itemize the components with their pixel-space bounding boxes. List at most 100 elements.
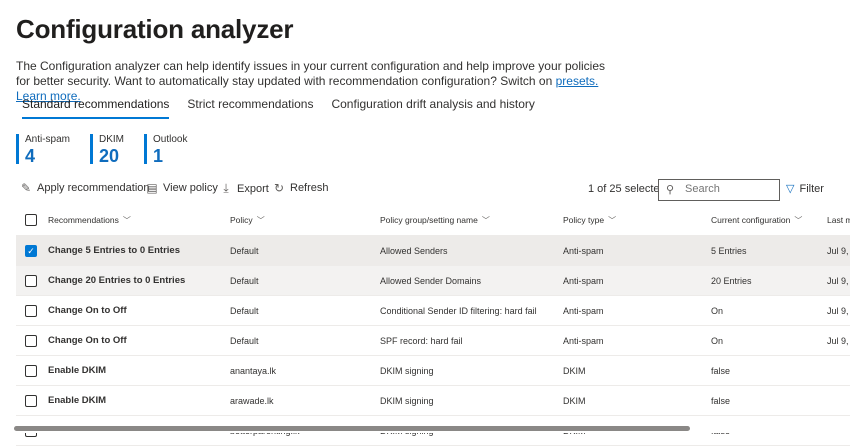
filter-button[interactable]: ▽ Filter [786,182,824,196]
search-box[interactable]: ⚲ [658,179,780,201]
row-checkbox[interactable] [25,334,37,347]
table-row[interactable]: Change On to Off Default Conditional Sen… [16,296,850,326]
policy-group-cell: SPF record: hard fail [380,335,463,346]
stat-anti-spam[interactable]: Anti-spam 4 [16,134,70,166]
column-header-recommendations[interactable]: Recommendations ﹀ [48,205,218,235]
view-policy-button[interactable]: ▤ View policy [146,181,218,195]
description-text: The Configuration analyzer can help iden… [16,59,605,88]
current-configuration-cell: 5 Entries [711,245,747,256]
policy-type-cell: DKIM [563,365,586,376]
row-checkbox[interactable] [25,304,37,317]
export-label: Export [237,182,269,195]
horizontal-scrollbar[interactable] [0,424,850,433]
table-row[interactable]: Change On to Off Default SPF record: har… [16,326,850,356]
apply-recommendation-label: Apply recommendation [37,182,150,194]
column-header-label: Policy group/setting name [380,215,478,225]
stat-value: 1 [153,146,164,166]
row-checkbox[interactable] [25,394,37,407]
row-checkbox[interactable] [25,274,37,287]
column-header-label: Recommendations [48,215,119,225]
row-checkbox[interactable]: ✓ [25,244,37,257]
recommendation-cell: Change 5 Entries to 0 Entries [48,245,180,256]
summary-stats: Anti-spam 4 DKIM 20 Outlook 1 [16,134,207,166]
table-header: Recommendations ﹀ Policy ﹀ Policy group/se… [16,205,850,236]
stat-dkim[interactable]: DKIM 20 [90,134,125,166]
stat-outlook[interactable]: Outlook 1 [144,134,188,166]
tab-strict-recommendations[interactable]: Strict recommendations [181,94,319,119]
policy-type-cell: Anti-spam [563,245,604,256]
policy-cell: Default [230,305,259,316]
scrollbar-thumb[interactable] [14,426,690,431]
policy-cell: anantaya.lk [230,365,277,376]
recommendation-cell: Enable DKIM [48,395,107,406]
policy-type-cell: Anti-spam [563,335,604,346]
stat-value: 20 [99,146,120,166]
column-header-current-configuration[interactable]: Current configuration ﹀ [711,205,821,235]
download-icon: ⤓ [223,181,229,195]
column-header-policy-group[interactable]: Policy group/setting name ﹀ [380,205,555,235]
policy-group-cell: Allowed Senders [380,245,448,256]
recommendation-cell: Change On to Off [48,305,127,316]
table-row[interactable]: Enable DKIM arawade.lk DKIM signing DKIM… [16,386,850,416]
recommendation-cell: Change On to Off [48,335,127,346]
filter-icon: ▽ [786,183,795,195]
table-row[interactable]: Enable DKIM anantaya.lk DKIM signing DKI… [16,356,850,386]
last-modified-cell: Jul 9, 2 [827,335,850,346]
policy-type-cell: DKIM [563,395,586,406]
search-icon: ⚲ [666,184,675,196]
apply-recommendation-button[interactable]: ✎ Apply recommendation [20,181,150,195]
last-modified-cell: Jul 9, 2 [827,275,850,286]
refresh-icon: ↻ [273,181,285,195]
current-configuration-cell: 20 Entries [711,275,752,286]
stat-label: DKIM [99,134,125,145]
policy-group-cell: Allowed Sender Domains [380,275,482,286]
stat-label: Outlook [153,134,188,145]
current-configuration-cell: On [711,305,724,316]
column-header-policy-type[interactable]: Policy type ﹀ [563,205,703,235]
policy-cell: Default [230,335,259,346]
filter-label: Filter [799,182,824,195]
last-modified-cell [827,386,850,415]
presets-link[interactable]: presets. [556,74,599,88]
table-row[interactable]: ✓ Change 5 Entries to 0 Entries Default … [16,236,850,266]
current-configuration-cell: On [711,335,724,346]
column-header-label: Current configuration [711,215,791,225]
last-modified-cell [827,356,850,385]
chevron-down-icon: ﹀ [256,215,265,225]
recommendations-table: Recommendations ﹀ Policy ﹀ Policy group/se… [16,205,850,446]
column-header-label: Policy [230,215,253,225]
recommendation-cell: Change 20 Entries to 0 Entries [48,275,186,286]
tab-standard-recommendations[interactable]: Standard recommendations [16,94,175,119]
last-modified-cell: Jul 9, 2 [827,305,850,316]
policy-group-cell: Conditional Sender ID filtering: hard fa… [380,305,537,316]
chevron-down-icon: ﹀ [122,215,131,225]
search-input[interactable] [683,182,777,196]
current-configuration-cell: false [711,365,731,376]
document-icon: ▤ [146,181,158,195]
chevron-down-icon: ﹀ [481,215,490,225]
stat-value: 4 [25,146,36,166]
table-row[interactable]: Change 20 Entries to 0 Entries Default A… [16,266,850,296]
column-header-policy[interactable]: Policy ﹀ [230,205,370,235]
column-header-last-modified[interactable]: Last m [827,205,850,235]
page-title: Configuration analyzer [16,14,294,44]
recommendation-cell: Enable DKIM [48,365,107,376]
policy-group-cell: DKIM signing [380,365,434,376]
export-button[interactable]: ⤓ Export [220,181,269,196]
policy-type-cell: Anti-spam [563,275,604,286]
chevron-down-icon: ﹀ [608,215,617,225]
current-configuration-cell: false [711,395,731,406]
column-header-label: Policy type [563,215,605,225]
select-all-checkbox[interactable] [25,214,37,226]
policy-group-cell: DKIM signing [380,395,434,406]
refresh-label: Refresh [290,182,329,194]
policy-cell: arawade.lk [230,395,274,406]
tab-bar: Standard recommendations Strict recommen… [16,94,547,120]
refresh-button[interactable]: ↻ Refresh [273,181,329,195]
policy-cell: Default [230,275,259,286]
row-checkbox[interactable] [25,364,37,377]
tab-configuration-drift[interactable]: Configuration drift analysis and history [325,94,540,119]
last-modified-cell: Jul 9, 2 [827,245,850,256]
chevron-down-icon: ﹀ [794,215,803,225]
column-header-label: Last m [827,215,850,225]
